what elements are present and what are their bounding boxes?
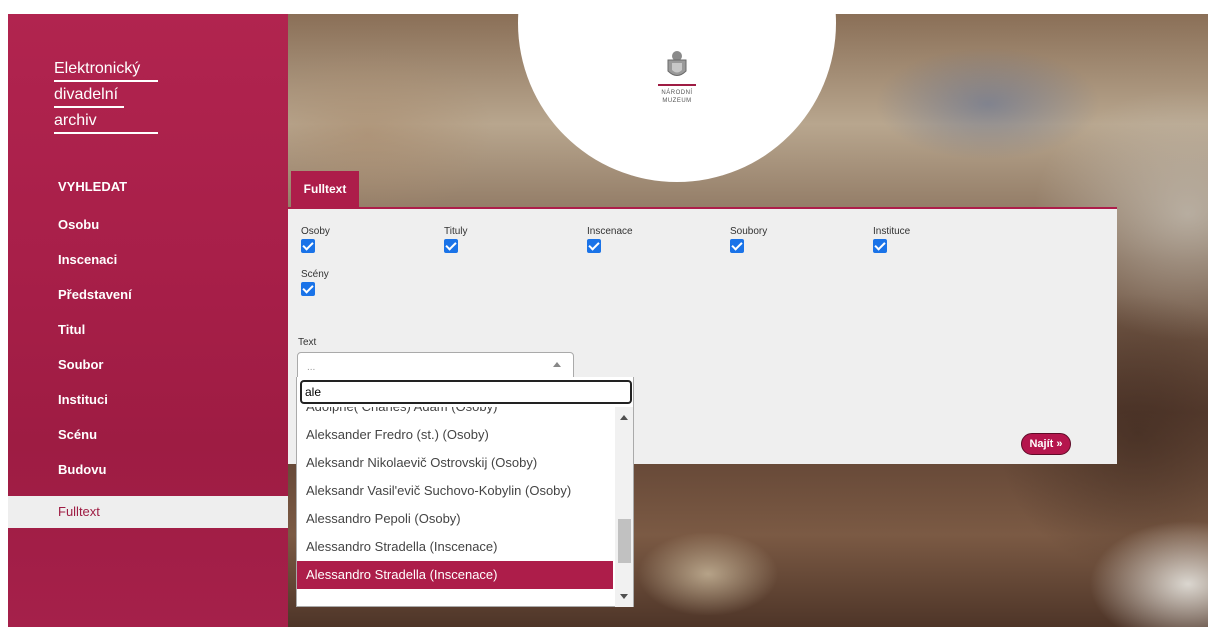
text-select[interactable]: ... (297, 352, 574, 378)
sidebar-nav: VYHLEDAT Osobu Inscenaci Představení Tit… (8, 176, 288, 528)
list-item[interactable]: Alessandro Stradella (Inscenace) (297, 533, 613, 561)
category-tituly: Tituly (444, 225, 468, 253)
site-logo[interactable]: Elektronický divadelní archiv (54, 59, 164, 137)
sidebar: Elektronický divadelní archiv VYHLEDAT O… (8, 14, 288, 627)
list-item[interactable]: Aleksandr Nikolaevič Ostrovskij (Osoby) (297, 449, 613, 477)
logo-line-2: divadelní (54, 85, 124, 108)
checkbox-instituce[interactable] (873, 239, 887, 253)
logo-line-1: Elektronický (54, 59, 158, 82)
text-field-label: Text (298, 337, 317, 348)
sidebar-item-soubor[interactable]: Soubor (8, 354, 288, 389)
category-label: Scény (301, 269, 329, 280)
museum-name-line-2: MUZEUM (662, 98, 692, 104)
category-osoby: Osoby (301, 225, 330, 253)
find-button[interactable]: Najít » (1021, 433, 1071, 455)
list-item[interactable]: Alessandro Pepoli (Osoby) (297, 505, 613, 533)
sidebar-item-osobu[interactable]: Osobu (8, 214, 288, 249)
checkbox-osoby[interactable] (301, 239, 315, 253)
text-select-placeholder: ... (307, 362, 316, 373)
museum-name-line-1: NÁRODNÍ (661, 90, 693, 96)
checkbox-tituly[interactable] (444, 239, 458, 253)
scrollbar-thumb[interactable] (618, 519, 631, 563)
tab-fulltext[interactable]: Fulltext (291, 171, 359, 207)
page-frame: Elektronický divadelní archiv VYHLEDAT O… (8, 14, 1208, 627)
checkbox-sceny[interactable] (301, 282, 315, 296)
logo-line-3: archiv (54, 111, 158, 134)
dropdown-search-input[interactable] (300, 380, 632, 404)
sidebar-item-predstaveni[interactable]: Představení (8, 284, 288, 319)
dropdown-search (300, 380, 632, 404)
museum-divider (658, 84, 696, 86)
sidebar-item-titul[interactable]: Titul (8, 319, 288, 354)
category-label: Soubory (730, 226, 768, 237)
category-sceny: Scény (301, 268, 329, 296)
nav-heading: VYHLEDAT (58, 179, 128, 194)
sidebar-item-fulltext[interactable]: Fulltext (8, 496, 288, 528)
scroll-up-arrow-icon[interactable] (620, 415, 628, 420)
museum-name: NÁRODNÍ MUZEUM (638, 89, 716, 105)
category-label: Osoby (301, 226, 330, 237)
dropdown-scrollbar[interactable] (615, 407, 633, 607)
select-dropdown: Adolphe( Charles) Adam (Osoby) Aleksande… (296, 377, 634, 607)
category-inscenace: Inscenace (587, 225, 633, 253)
list-item[interactable]: Adolphe( Charles) Adam (Osoby) (297, 407, 613, 421)
list-item[interactable]: Aleksandr Vasil'evič Suchovo-Kobylin (Os… (297, 477, 613, 505)
scroll-down-arrow-icon[interactable] (620, 594, 628, 599)
chevron-up-icon (553, 362, 561, 367)
sidebar-item-instituci[interactable]: Instituci (8, 389, 288, 424)
category-label: Inscenace (587, 226, 633, 237)
list-item[interactable]: Aleksander Fredro (st.) (Osoby) (297, 421, 613, 449)
category-label: Tituly (444, 226, 468, 237)
checkbox-inscenace[interactable] (587, 239, 601, 253)
museum-emblem-icon (667, 51, 687, 76)
sidebar-item-inscenaci[interactable]: Inscenaci (8, 249, 288, 284)
list-item-selected[interactable]: Alessandro Stradella (Inscenace) (297, 561, 613, 589)
category-instituce: Instituce (873, 225, 910, 253)
category-soubory: Soubory (730, 225, 767, 253)
dropdown-results: Adolphe( Charles) Adam (Osoby) Aleksande… (297, 407, 615, 607)
sidebar-item-budovu[interactable]: Budovu (8, 459, 288, 494)
sidebar-item-scenu[interactable]: Scénu (8, 424, 288, 459)
category-label: Instituce (873, 226, 911, 237)
checkbox-soubory[interactable] (730, 239, 744, 253)
